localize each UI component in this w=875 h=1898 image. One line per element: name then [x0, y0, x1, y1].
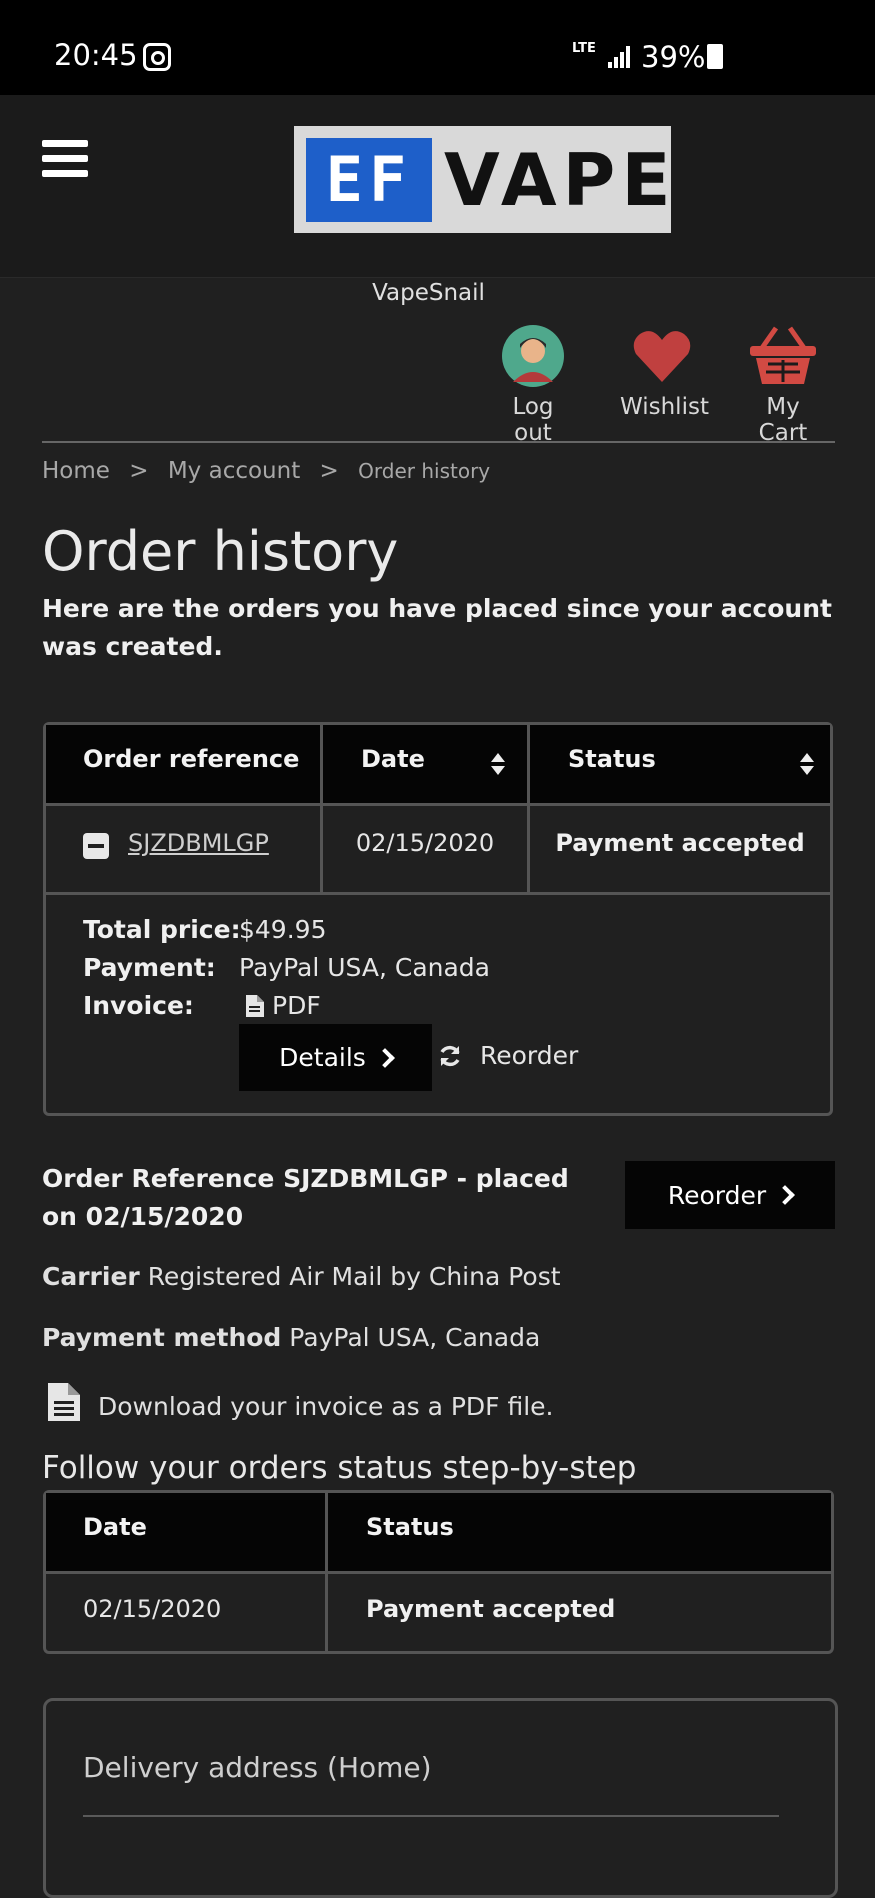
invoice-pdf-link[interactable]: PDF — [246, 991, 321, 1020]
delivery-address-title: Delivery address (Home) — [83, 1751, 432, 1784]
invoice-label: Invoice: — [83, 991, 194, 1020]
order-status: Payment accepted — [555, 829, 805, 857]
delivery-address-card: Delivery address (Home) — [43, 1698, 838, 1898]
order-reference-link[interactable]: SJZDBMLGP — [128, 829, 269, 857]
wishlist-label: Wishlist — [620, 394, 709, 420]
payment-value: PayPal USA, Canada — [239, 953, 490, 982]
details-button[interactable]: Details — [239, 1024, 432, 1091]
cart-label: My Cart — [758, 394, 808, 446]
total-price-value: $49.95 — [239, 915, 327, 944]
heart-icon — [633, 331, 691, 382]
battery-percent: 39% — [641, 40, 706, 74]
breadcrumb-separator: > — [129, 458, 149, 484]
chevron-right-icon — [374, 1047, 395, 1068]
network-label: LTE — [572, 41, 596, 56]
status-bar: 20:45 LTE 39% — [0, 0, 875, 95]
payment-method-line: Payment method PayPal USA, Canada — [42, 1323, 540, 1352]
breadcrumb-account[interactable]: My account — [168, 458, 300, 484]
site-logo[interactable]: EF VAPE — [294, 126, 671, 233]
logout-link[interactable]: Log out — [490, 324, 576, 446]
payment-method-label: Payment method — [42, 1323, 282, 1352]
follow-status-title: Follow your orders status step-by-step — [42, 1450, 637, 1486]
cart-link[interactable]: My Cart — [740, 324, 826, 446]
breadcrumb-separator: > — [319, 458, 339, 484]
header-label: Order reference — [83, 745, 300, 773]
page-intro: Here are the orders you have placed sinc… — [42, 594, 832, 661]
column-header-reference: Order reference — [46, 725, 320, 803]
order-date: 02/15/2020 — [355, 829, 495, 857]
payment-method-value: PayPal USA, Canada — [289, 1323, 541, 1352]
battery-icon — [707, 44, 723, 69]
reorder-button[interactable]: Reorder — [625, 1161, 835, 1229]
logo-wordmark: VAPE — [444, 138, 677, 222]
refresh-icon — [440, 1045, 460, 1066]
file-icon — [48, 1383, 80, 1421]
instagram-icon — [143, 43, 171, 71]
delivery-divider — [83, 1815, 779, 1817]
logo-mark: EF — [306, 138, 432, 222]
wishlist-link[interactable]: Wishlist — [620, 324, 709, 420]
column-header-status: Status — [328, 1493, 831, 1571]
carrier-line: Carrier Registered Air Mail by China Pos… — [42, 1262, 561, 1291]
status-history-table: Date Status 02/15/2020 Payment accepted — [43, 1490, 834, 1654]
hamburger-icon[interactable] — [42, 140, 88, 178]
sort-icon[interactable] — [491, 753, 505, 775]
column-header-status[interactable]: Status — [530, 725, 830, 803]
reorder-link[interactable]: Reorder — [438, 1041, 578, 1070]
total-price-label: Total price: — [83, 915, 241, 944]
column-header-date: Date — [46, 1493, 325, 1571]
sort-icon[interactable] — [800, 753, 814, 775]
breadcrumb: Home > My account > Order history — [42, 458, 502, 484]
invoice-download-link[interactable]: Download your invoice as a PDF file. — [48, 1383, 554, 1421]
column-header-date[interactable]: Date — [323, 725, 527, 803]
avatar-icon — [502, 325, 564, 387]
payment-label: Payment: — [83, 953, 216, 982]
invoice-pdf-label: PDF — [272, 991, 321, 1020]
history-date: 02/15/2020 — [83, 1595, 222, 1623]
orders-table: Order reference Date Status SJZDBMLGP 02… — [43, 722, 833, 1116]
breadcrumb-current: Order history — [358, 459, 491, 483]
header-label: Status — [366, 1513, 454, 1541]
basket-icon — [750, 326, 816, 384]
header-label: Date — [83, 1513, 147, 1541]
breadcrumb-home[interactable]: Home — [42, 458, 110, 484]
signal-icon — [608, 44, 632, 68]
logout-label: Log out — [512, 394, 554, 446]
details-label: Details — [279, 1043, 366, 1072]
history-status: Payment accepted — [366, 1595, 616, 1623]
username: VapeSnail — [372, 280, 485, 306]
invoice-download-text: Download your invoice as a PDF file. — [98, 1392, 554, 1421]
file-icon — [246, 994, 264, 1017]
header-divider — [42, 441, 835, 443]
carrier-value: Registered Air Mail by China Post — [147, 1262, 561, 1291]
reorder-button-label: Reorder — [667, 1180, 767, 1210]
clock: 20:45 — [54, 38, 138, 72]
header-label: Date — [361, 745, 425, 773]
carrier-label: Carrier — [42, 1262, 140, 1291]
header-label: Status — [568, 745, 656, 773]
order-reference-heading: Order Reference SJZDBMLGP - placed on 02… — [42, 1164, 569, 1231]
collapse-icon[interactable] — [83, 833, 109, 859]
chevron-right-icon — [775, 1185, 796, 1205]
reorder-label: Reorder — [480, 1041, 579, 1070]
page-title: Order history — [42, 520, 399, 583]
